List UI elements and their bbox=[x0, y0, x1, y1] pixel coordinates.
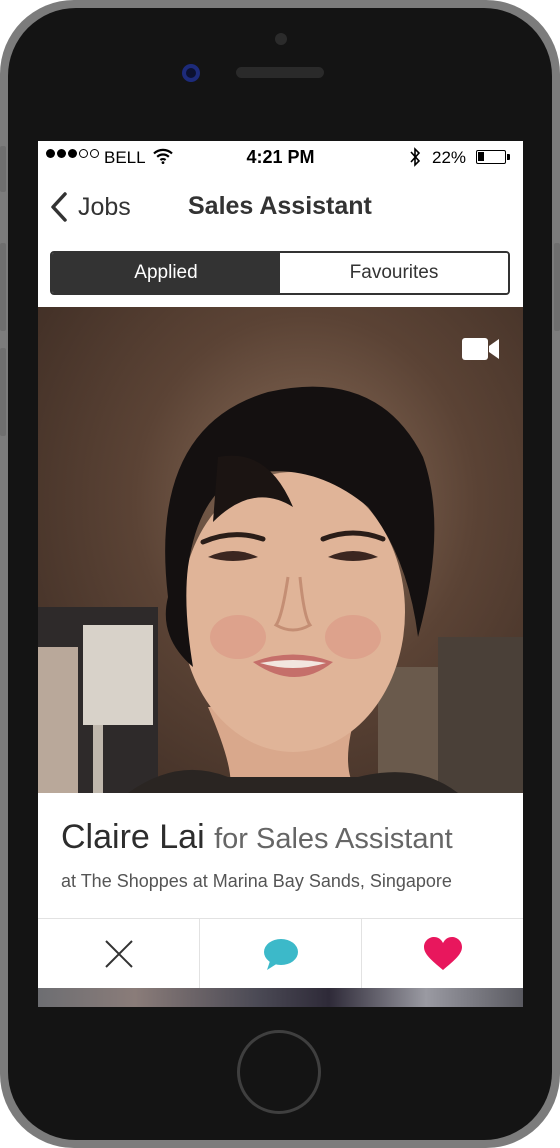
home-button[interactable] bbox=[237, 1030, 321, 1114]
mute-switch bbox=[0, 146, 6, 192]
reject-button[interactable] bbox=[38, 919, 200, 989]
video-camera-icon[interactable] bbox=[461, 336, 501, 367]
page-title: Sales Assistant bbox=[188, 192, 372, 220]
favourite-button[interactable] bbox=[362, 919, 523, 989]
candidate-photo[interactable] bbox=[38, 307, 523, 793]
battery-icon bbox=[476, 150, 506, 164]
action-bar bbox=[38, 918, 523, 989]
heart-icon bbox=[423, 937, 462, 970]
candidate-heading: Claire Lai for Sales Assistant bbox=[61, 818, 453, 857]
candidate-role: for Sales Assistant bbox=[214, 823, 453, 855]
segment-applied[interactable]: Applied bbox=[52, 253, 280, 293]
earpiece-speaker bbox=[236, 67, 324, 78]
battery-fill bbox=[478, 152, 484, 161]
power-button bbox=[554, 243, 560, 331]
candidate-name: Claire Lai bbox=[61, 818, 205, 856]
battery-percent: 22% bbox=[432, 148, 467, 167]
candidate-info: Claire Lai for Sales Assistant at The Sh… bbox=[38, 793, 523, 918]
volume-down-button bbox=[0, 348, 6, 436]
status-bar: BELL 4:21 PM 22% bbox=[38, 141, 523, 175]
back-button-label: Jobs bbox=[78, 192, 131, 221]
bluetooth-icon bbox=[408, 147, 422, 172]
close-icon bbox=[104, 940, 133, 968]
segmented-control: Applied Favourites bbox=[50, 251, 510, 295]
navigation-bar: Jobs Sales Assistant bbox=[38, 175, 523, 239]
candidate-location: at The Shoppes at Marina Bay Sands, Sing… bbox=[61, 871, 452, 891]
front-camera bbox=[182, 64, 200, 82]
chevron-left-icon bbox=[51, 192, 67, 222]
chat-bubble-icon bbox=[263, 939, 298, 970]
screen: BELL 4:21 PM 22% Jobs Sales Assistant Ap… bbox=[38, 141, 523, 1007]
portrait-illustration bbox=[38, 386, 523, 793]
next-candidate-card bbox=[38, 988, 523, 1007]
message-button[interactable] bbox=[200, 919, 362, 989]
back-button[interactable]: Jobs bbox=[48, 189, 131, 225]
proximity-sensor bbox=[275, 33, 287, 45]
segment-favourites[interactable]: Favourites bbox=[280, 253, 508, 293]
battery-cap bbox=[507, 154, 510, 160]
volume-up-button bbox=[0, 243, 6, 331]
